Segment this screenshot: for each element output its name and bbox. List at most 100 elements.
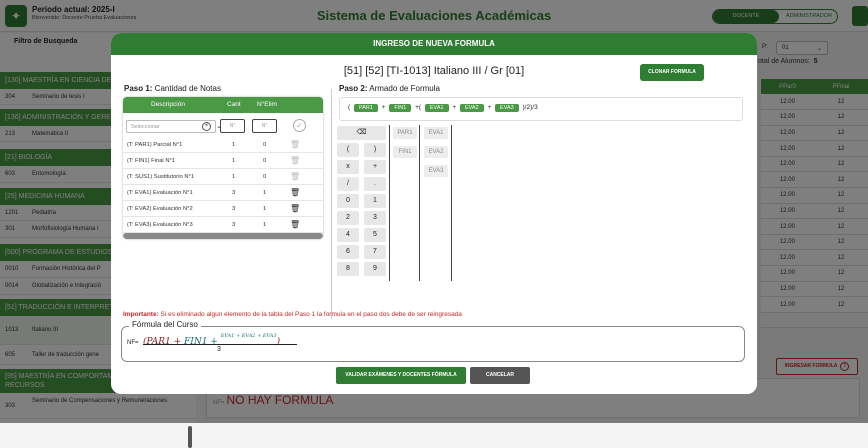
note-chip[interactable]: PAR1: [393, 127, 417, 139]
note-row: (T: EVA3) Evaluación N°3 3 1 🗑: [123, 217, 323, 233]
step1-label: Paso 1:: [124, 84, 153, 93]
keypad-key[interactable]: 6: [337, 245, 359, 259]
col-cant: Cant: [227, 101, 241, 108]
note-row: (T: FIN1) Final N°1 1 0 🗑: [123, 153, 323, 169]
backspace-key[interactable]: ⌫: [337, 126, 386, 140]
modal-header: INGRESO DE NUEVA FORMULA: [111, 33, 757, 55]
keypad-key[interactable]: 4: [337, 228, 359, 242]
token-operator: +: [381, 104, 386, 111]
keypad-key[interactable]: 1: [364, 194, 386, 208]
note-cant: 1: [232, 174, 236, 180]
token-paren: (: [348, 104, 351, 111]
cant-input[interactable]: N°: [220, 119, 245, 133]
keypad-key[interactable]: x: [337, 160, 359, 174]
note-cant: 3: [232, 190, 236, 196]
keypad-key[interactable]: 2: [337, 211, 359, 225]
step-divider: [331, 89, 332, 319]
important-text: Si es eliminado algun elemento de la tab…: [158, 311, 462, 318]
note-chip[interactable]: FIN1: [393, 146, 417, 158]
formula-builder-display: ( PAR1 + FIN1 +( EVA1 + EVA2 + EVA3 )/2)…: [339, 97, 743, 121]
notes-divider: [419, 125, 420, 281]
note-row: (T: SUS1) Sustitutorio N°1 1 0 🗑: [123, 169, 323, 185]
note-desc: (T: PAR1) Parcial N°1: [127, 142, 183, 148]
note-cant: 1: [232, 142, 236, 148]
token-note[interactable]: PAR1: [353, 104, 378, 112]
important-label: Importante:: [123, 311, 159, 318]
keypad-key[interactable]: 5: [364, 228, 386, 242]
trash-icon[interactable]: 🗑: [290, 188, 300, 197]
note-row: (T: PAR1) Parcial N°1 1 0 🗑: [123, 137, 323, 153]
keypad-key[interactable]: 3: [364, 211, 386, 225]
important-note: Importante: Si es eliminado algun elemen…: [123, 311, 462, 318]
token-note[interactable]: FIN1: [389, 104, 412, 112]
col-descripcion: Descripción: [151, 101, 185, 108]
note-cant: 3: [232, 206, 236, 212]
formula-part: (PAR1 +: [143, 337, 185, 347]
note-cant: 1: [232, 158, 236, 164]
keypad-key[interactable]: 0: [337, 194, 359, 208]
keypad-key[interactable]: 7: [364, 245, 386, 259]
validate-formula-button[interactable]: VALIDAR EXÁMENES Y DOCENTES FÓRMULA: [336, 367, 466, 384]
step1-text: Cantidad de Notas: [154, 84, 221, 93]
formula-inner: EVA1 + EVA2 + EVA3: [220, 333, 277, 339]
keypad-key[interactable]: 8: [337, 262, 359, 276]
keypad-key[interactable]: 9: [364, 262, 386, 276]
keypad-key[interactable]: .: [364, 177, 386, 191]
note-elim: 1: [263, 206, 267, 212]
notes-divider: [451, 125, 452, 281]
note-elim: 1: [263, 190, 267, 196]
note-cant: 3: [232, 222, 236, 228]
notes-table-scrollbar[interactable]: [123, 233, 323, 239]
note-elim: 0: [263, 174, 267, 180]
token-operator: +: [452, 104, 457, 111]
keypad-key[interactable]: /: [337, 177, 359, 191]
keypad-key[interactable]: ): [364, 143, 386, 157]
note-elim: 0: [263, 158, 267, 164]
sidebar-scrollbar[interactable]: [188, 426, 192, 448]
keypad-key[interactable]: (: [337, 143, 359, 157]
note-desc: (T: EVA3) Evaluación N°3: [127, 222, 193, 228]
formula-modal: INGRESO DE NUEVA FORMULA [51] [52] [TI-1…: [111, 33, 757, 394]
clone-formula-button[interactable]: CLONAR FORMULA: [640, 64, 704, 81]
step2-label: Paso 2:: [339, 84, 368, 93]
select-placeholder: Seleccionar: [131, 124, 160, 130]
note-row: (T: EVA2) Evaluación N°2 3 1 🗑: [123, 201, 323, 217]
trash-icon: 🗑: [290, 140, 301, 149]
trash-icon: 🗑: [290, 172, 301, 181]
step1-heading: Paso 1: Cantidad de Notas: [124, 84, 221, 93]
note-chip[interactable]: EVA1: [424, 127, 448, 139]
clear-select-icon[interactable]: ×: [202, 122, 211, 131]
keypad-key[interactable]: +: [364, 160, 386, 174]
note-desc: (T: EVA2) Evaluación N°2: [127, 206, 193, 212]
trash-icon: 🗑: [290, 156, 301, 165]
trash-icon[interactable]: 🗑: [290, 204, 300, 213]
token-operator: )/2)/3: [522, 104, 538, 111]
formula-part: FIN1 +: [184, 337, 221, 347]
note-chip[interactable]: EVA2: [424, 146, 448, 158]
step2-heading: Paso 2: Armado de Formula: [339, 84, 440, 93]
elim-input[interactable]: N°: [252, 119, 277, 133]
note-row: (T: EVA1) Evaluación N°1 3 1 🗑: [123, 185, 323, 201]
token-operator: +(: [415, 104, 422, 111]
token-operator: +: [487, 104, 492, 111]
token-note[interactable]: EVA2: [459, 104, 484, 112]
nf-label: NF=: [127, 340, 139, 346]
note-elim: 0: [263, 142, 267, 148]
token-note[interactable]: EVA1: [424, 104, 449, 112]
keypad-divider: [389, 125, 390, 281]
add-note-check-icon[interactable]: ✓: [293, 119, 306, 132]
formula-denominator: 3: [217, 346, 221, 353]
note-desc: (T: FIN1) Final N°1: [127, 158, 176, 164]
note-desc: (T: SUS1) Sustitutorio N°1: [127, 174, 195, 180]
cancel-button[interactable]: CANCELAR: [470, 367, 530, 384]
notes-table-header: Descripción Cant N°Elim: [123, 97, 323, 113]
fraction-bar: [143, 344, 297, 345]
notes-table: Descripción Cant N°Elim Seleccionar × ⌄ …: [123, 97, 323, 239]
formula-preview-label: Fórmula del Curso: [129, 320, 201, 329]
note-chip[interactable]: EVA3: [424, 165, 448, 177]
note-elim: 1: [263, 222, 267, 228]
token-note[interactable]: EVA3: [495, 104, 519, 112]
trash-icon[interactable]: 🗑: [290, 220, 300, 229]
col-elim: N°Elim: [257, 101, 277, 108]
note-desc: (T: EVA1) Evaluación N°1: [127, 190, 193, 196]
